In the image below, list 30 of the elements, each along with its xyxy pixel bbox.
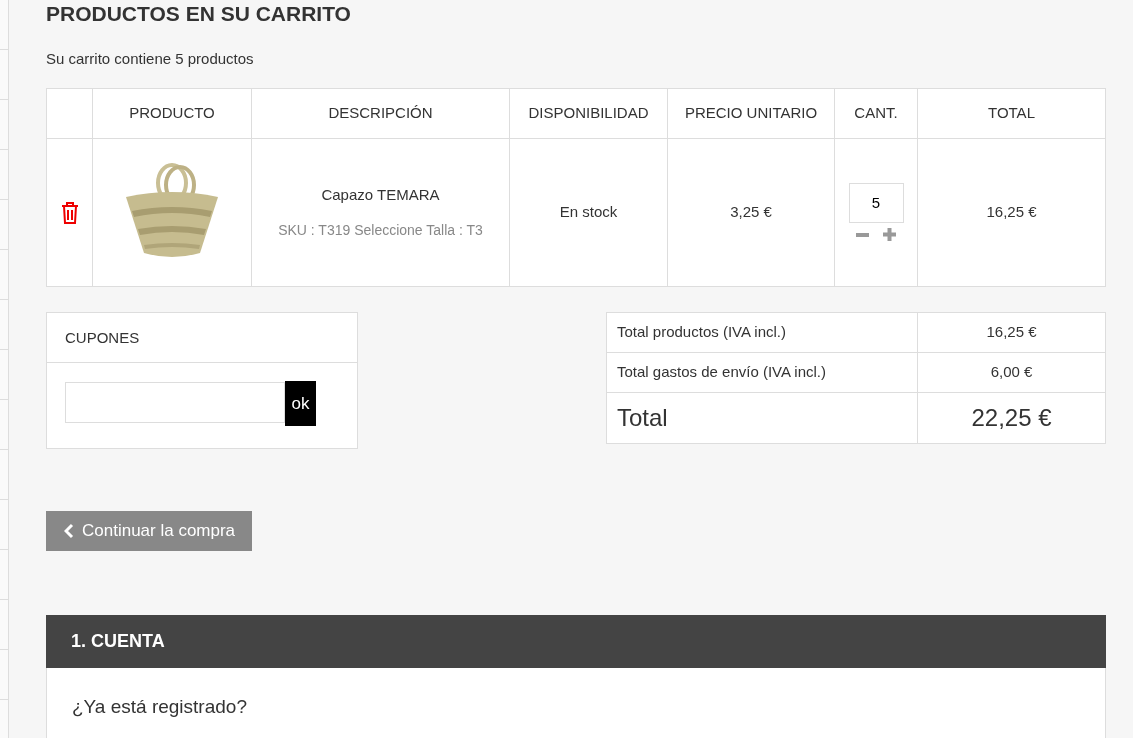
column-header: PRECIO UNITARIO bbox=[684, 104, 818, 122]
trash-icon[interactable] bbox=[60, 202, 79, 224]
cart-summary: Su carrito contiene 5 productos bbox=[46, 50, 255, 68]
column-header: PRODUCTO bbox=[129, 104, 215, 122]
line-total: 16,25 € bbox=[986, 203, 1037, 221]
ok-button[interactable]: ok bbox=[285, 381, 316, 426]
total-value: 16,25 € bbox=[986, 323, 1037, 341]
product-name[interactable]: Capazo TEMARA bbox=[253, 183, 508, 206]
total-value: 6,00 € bbox=[990, 363, 1033, 381]
unit-price: 3,25 € bbox=[730, 203, 772, 221]
total-label: Total productos (IVA incl.) bbox=[617, 323, 786, 341]
account-question: ¿Ya está registrado? bbox=[72, 695, 248, 719]
product-details: SKU : T319 Seleccione Talla : T3 bbox=[278, 221, 483, 240]
grand-total-label: Total bbox=[617, 404, 668, 431]
continue-shopping-button[interactable]: Continuar la compra bbox=[46, 511, 253, 551]
availability-text: En stock bbox=[559, 203, 618, 221]
section-title: 1. CUENTA bbox=[71, 630, 165, 653]
column-header: TOTAL bbox=[988, 104, 1035, 122]
column-header: DESCRIPCIÓN bbox=[328, 104, 433, 122]
column-header: DISPONIBILIDAD bbox=[528, 104, 649, 122]
coupon-field[interactable] bbox=[65, 382, 285, 423]
total-label: Total gastos de envío (IVA incl.) bbox=[617, 363, 826, 381]
coupon-title: CUPONES bbox=[65, 329, 140, 346]
column-header: CANT. bbox=[854, 104, 898, 122]
grand-total-value: 22,25 € bbox=[971, 404, 1052, 431]
chevron-left-icon bbox=[64, 523, 74, 539]
quantity-field[interactable]: 5 bbox=[848, 182, 904, 223]
minus-icon[interactable] bbox=[856, 232, 869, 237]
page-title: PRODUCTOS EN SU CARRITO bbox=[46, 1, 352, 27]
plus-icon[interactable] bbox=[883, 228, 896, 241]
